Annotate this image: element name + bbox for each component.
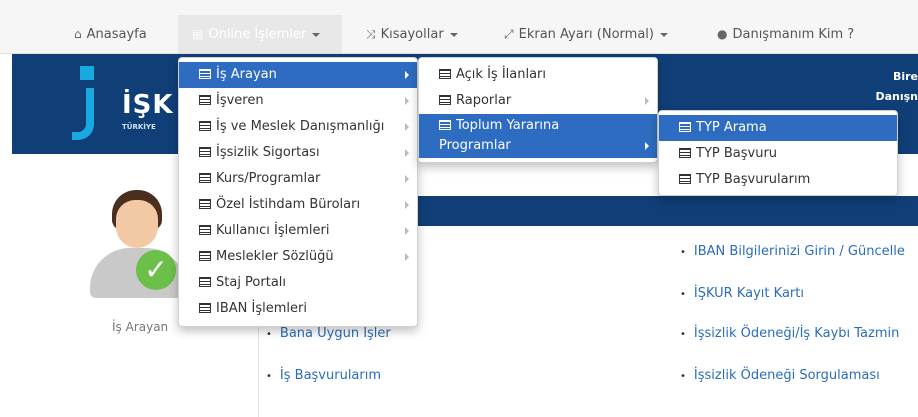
chevron-right-icon <box>645 97 649 105</box>
table-icon <box>199 121 211 131</box>
expand-icon: ⤢ <box>504 27 514 41</box>
link-suitable-jobs[interactable]: • Bana Uygun İşler <box>266 326 391 341</box>
caret-down-icon <box>312 32 321 37</box>
chevron-right-icon <box>405 175 409 183</box>
chevron-right-icon <box>405 71 409 79</box>
table-icon <box>679 122 691 132</box>
user-avatar: ✓ <box>88 178 188 310</box>
table-icon <box>199 303 211 313</box>
menu-item-reports[interactable]: Raporlar <box>419 88 657 114</box>
avatar-label: İş Arayan <box>112 320 169 334</box>
table-icon <box>199 199 211 209</box>
online-transactions-menu: İş Arayan İşveren İş ve Meslek Danışmanl… <box>178 57 418 327</box>
chevron-right-icon <box>645 142 649 150</box>
table-icon: ▤ <box>192 27 204 41</box>
menu-item-job-seeker[interactable]: İş Arayan <box>179 62 417 88</box>
table-icon <box>199 225 211 235</box>
table-icon <box>199 277 211 287</box>
job-seeker-submenu: Açık İş İlanları Raporlar Toplum Yararın… <box>418 57 658 163</box>
chevron-right-icon <box>405 253 409 261</box>
section-header-bar <box>418 196 918 226</box>
caret-down-icon <box>449 32 458 37</box>
menu-item-iban-operations[interactable]: IBAN İşlemleri <box>179 296 417 322</box>
link-registration-card[interactable]: • İŞKUR Kayıt Kartı <box>680 286 804 301</box>
nav-online-label: Online İşlemler <box>208 27 307 42</box>
link-my-applications[interactable]: • İş Başvurularım <box>266 368 381 383</box>
menu-item-my-typ-applications[interactable]: TYP Başvurularım <box>659 167 897 193</box>
menu-item-occupations-dictionary[interactable]: Meslekler Sözlüğü <box>179 244 417 270</box>
table-icon <box>439 120 451 130</box>
chevron-right-icon <box>405 227 409 235</box>
chevron-right-icon <box>405 123 409 131</box>
table-icon <box>679 148 691 158</box>
caret-down-icon <box>659 32 668 37</box>
table-icon <box>199 173 211 183</box>
nav-advisor[interactable]: ● Danışmanım Kim ? <box>717 15 854 53</box>
check-icon: ✓ <box>136 250 176 290</box>
menu-item-career-counseling[interactable]: İş ve Meslek Danışmanlığı <box>179 114 417 140</box>
nav-home[interactable]: ⌂ Anasayfa <box>74 15 147 53</box>
chevron-right-icon <box>405 149 409 157</box>
top-navbar: ⌂ Anasayfa ▤ Online İşlemler ⤨ Kısayollar ⤢… <box>0 0 918 54</box>
menu-item-user-operations[interactable]: Kullanıcı İşlemleri <box>179 218 417 244</box>
chevron-right-icon <box>405 201 409 209</box>
table-icon <box>199 147 211 157</box>
table-icon <box>679 174 691 184</box>
logo-text: İŞK <box>122 90 174 120</box>
menu-item-community-benefit-programs[interactable]: Toplum Yararına Programlar <box>419 114 657 158</box>
menu-item-typ-application[interactable]: TYP Başvuru <box>659 141 897 167</box>
table-icon <box>439 69 451 79</box>
shuffle-icon: ⤨ <box>366 27 376 41</box>
table-icon <box>199 95 211 105</box>
nav-shortcuts-label: Kısayollar <box>380 27 444 42</box>
menu-item-internship-portal[interactable]: Staj Portalı <box>179 270 417 296</box>
menu-item-open-job-listings[interactable]: Açık İş İlanları <box>419 62 657 88</box>
user-icon: ● <box>717 27 728 41</box>
link-unemployment-benefit[interactable]: • İşsizlik Ödeneği/İş Kaybı Tazmin <box>680 326 899 341</box>
nav-screen-label: Ekran Ayarı (Normal) <box>518 27 654 42</box>
nav-shortcuts[interactable]: ⤨ Kısayollar <box>366 15 458 53</box>
banner-right-text-2: Danışn <box>875 90 918 103</box>
menu-item-private-employment[interactable]: Özel İstihdam Büroları <box>179 192 417 218</box>
nav-screen-settings[interactable]: ⤢ Ekran Ayarı (Normal) <box>504 15 668 53</box>
menu-item-unemployment-insurance[interactable]: İşsizlik Sigortası <box>179 140 417 166</box>
home-icon: ⌂ <box>74 27 82 41</box>
table-icon <box>439 95 451 105</box>
table-icon <box>199 69 211 79</box>
link-iban-info[interactable]: • IBAN Bilgilerinizi Girin / Güncelle <box>680 244 905 259</box>
chevron-right-icon <box>405 97 409 105</box>
nav-home-label: Anasayfa <box>86 27 147 42</box>
menu-item-employer[interactable]: İşveren <box>179 88 417 114</box>
nav-online-transactions[interactable]: ▤ Online İşlemler <box>178 15 342 53</box>
banner-right-text-1: Bire <box>892 70 918 83</box>
menu-item-courses[interactable]: Kurs/Programlar <box>179 166 417 192</box>
iskur-logo-icon <box>72 66 106 142</box>
link-benefit-query[interactable]: • İşsizlik Ödeneği Sorgulaması <box>680 368 880 383</box>
nav-advisor-label: Danışmanım Kim ? <box>732 27 855 42</box>
logo-subtitle: TÜRKİYE <box>122 123 156 131</box>
menu-item-typ-search[interactable]: TYP Arama <box>659 115 897 141</box>
table-icon <box>199 251 211 261</box>
typ-submenu: TYP Arama TYP Başvuru TYP Başvurularım <box>658 110 898 196</box>
